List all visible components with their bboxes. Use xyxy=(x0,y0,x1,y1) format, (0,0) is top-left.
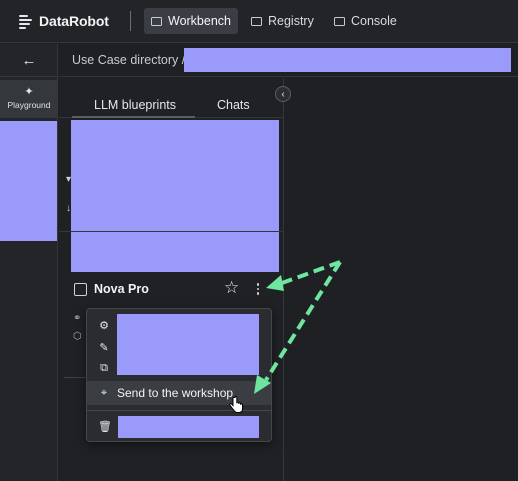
nav-console-label: Console xyxy=(351,14,397,28)
sparkle-icon: ✦ xyxy=(24,86,34,98)
console-icon xyxy=(334,16,345,26)
more-options-button[interactable] xyxy=(252,280,264,298)
kebab-dot xyxy=(256,283,260,286)
menu-item-label: Send to the workshop xyxy=(117,386,234,400)
rail-item-playground[interactable]: ✦ Playground xyxy=(0,80,58,118)
nav-workbench-label: Workbench xyxy=(168,14,231,28)
redacted-region xyxy=(118,416,259,438)
arrow-to-kebab xyxy=(281,260,341,285)
nav-workbench-button[interactable]: Workbench xyxy=(144,8,238,34)
nav-registry-label: Registry xyxy=(268,14,314,28)
star-icon[interactable]: ☆ xyxy=(224,279,239,297)
app-logo[interactable]: DataRobot xyxy=(19,11,109,31)
divider xyxy=(59,231,284,232)
kebab-dot xyxy=(256,292,260,295)
menu-divider xyxy=(87,410,271,411)
registry-icon xyxy=(251,16,262,26)
divider xyxy=(64,377,86,378)
breadcrumb-link[interactable]: Use Case directory / xyxy=(72,53,185,67)
workbench-icon xyxy=(151,16,162,26)
workshop-icon: ⌖ xyxy=(100,387,108,399)
sort-icon[interactable]: ↓ xyxy=(66,203,71,214)
chevron-down-icon[interactable]: ▾ xyxy=(66,174,71,185)
logo-text: DataRobot xyxy=(39,13,109,29)
hand-cursor-icon xyxy=(229,396,243,413)
user-icon: ⚭ xyxy=(73,313,82,324)
chevron-left-icon: ‹ xyxy=(281,88,285,100)
trash-icon[interactable]: 🗑 xyxy=(98,420,112,433)
back-button[interactable]: ← xyxy=(0,44,58,77)
blueprint-checkbox[interactable] xyxy=(74,283,87,296)
tab-llm-blueprints[interactable]: LLM blueprints xyxy=(94,98,176,112)
gear-icon[interactable]: ⚙ xyxy=(98,319,110,332)
redacted-region xyxy=(71,120,279,272)
redacted-region xyxy=(117,314,259,375)
tab-chats[interactable]: Chats xyxy=(217,98,250,112)
redacted-region xyxy=(0,121,57,241)
active-tab-indicator xyxy=(72,116,195,118)
copy-icon[interactable]: ⧉ xyxy=(98,362,110,375)
datarobot-logo-icon xyxy=(19,14,34,29)
cube-icon: ⬡ xyxy=(73,331,82,342)
rail-item-label: Playground xyxy=(7,100,51,110)
nav-console-button[interactable]: Console xyxy=(327,8,404,34)
pencil-icon[interactable]: ✎ xyxy=(98,341,110,354)
nav-registry-button[interactable]: Registry xyxy=(244,8,321,34)
redacted-region xyxy=(184,48,511,72)
arrow-left-icon: ← xyxy=(21,51,37,69)
kebab-dot xyxy=(256,287,260,291)
blueprint-name[interactable]: Nova Pro xyxy=(94,282,149,296)
nav-divider xyxy=(130,11,131,31)
collapse-panel-button[interactable]: ‹ xyxy=(275,86,291,102)
